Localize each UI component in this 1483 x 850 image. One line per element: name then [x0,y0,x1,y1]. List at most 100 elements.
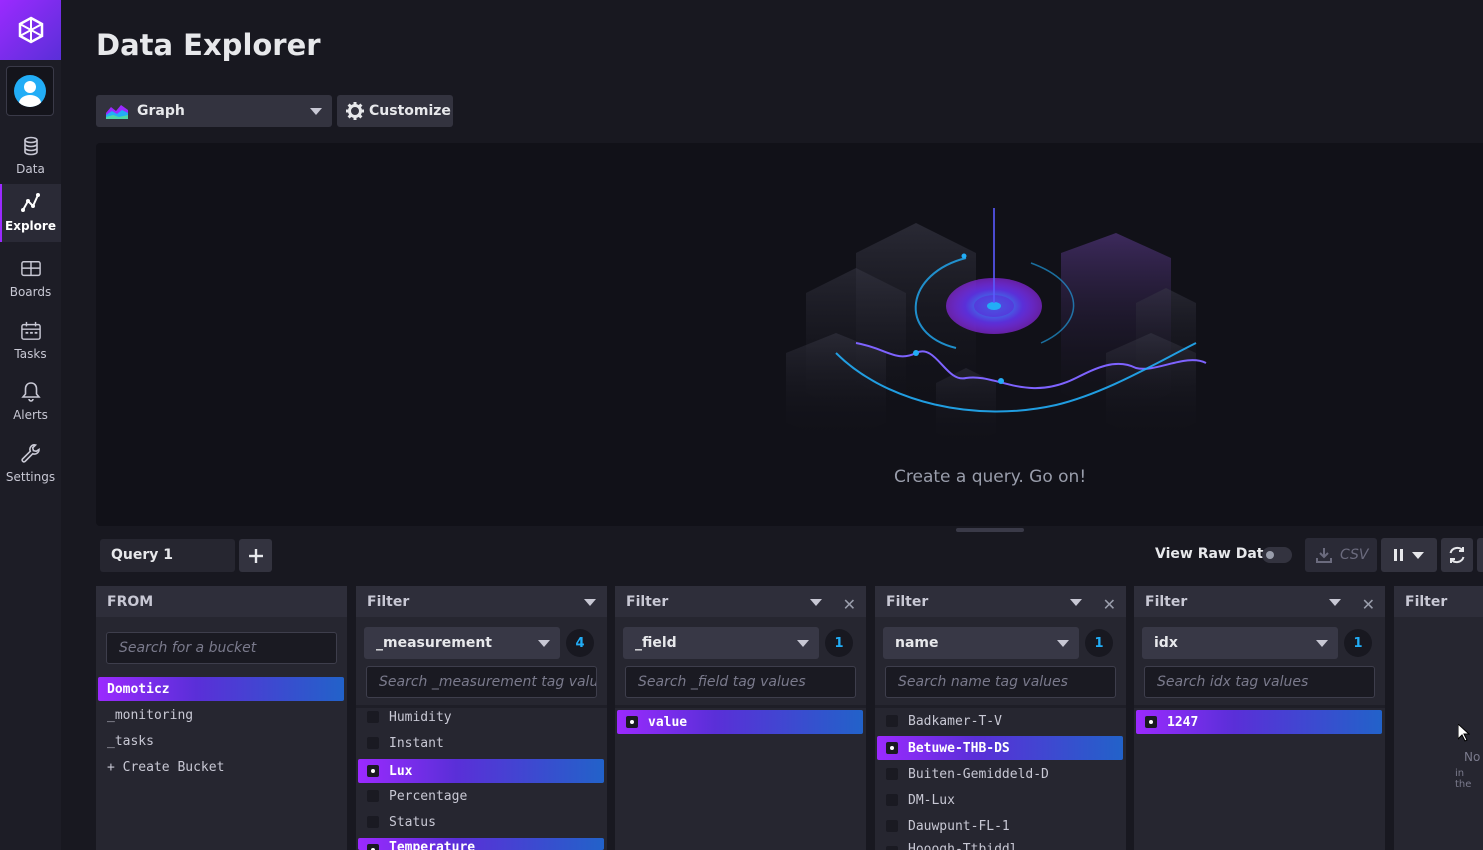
create-bucket-label: + Create Bucket [107,759,225,775]
tag-values-search-input[interactable]: Search name tag values [885,666,1116,698]
refresh-icon [1449,547,1465,563]
bucket-search-input[interactable]: Search for a bucket [106,632,337,664]
bucket-item[interactable]: _monitoring [98,703,344,727]
sidebar-item-label: Settings [5,470,56,484]
tag-value-item[interactable]: 1247 [1136,710,1382,734]
sidebar-item-label: Boards [9,285,52,299]
tag-value-item[interactable]: Buiten-Gemiddeld-D [877,762,1123,786]
divider [1134,705,1385,708]
tag-value-item[interactable]: Dauwpunt-FL-1 [877,814,1123,838]
tag-value-label: value [648,714,688,730]
tag-key-label: _measurement [376,635,492,651]
filter-card-header[interactable]: Filter ✕ [1134,586,1385,617]
mouse-cursor-icon [1458,724,1470,742]
tag-value-item[interactable]: Percentage [358,784,604,808]
chevron-down-icon [310,108,322,115]
view-raw-data-toggle[interactable] [1262,547,1292,563]
database-icon [23,136,38,156]
tag-values-search-input[interactable]: Search idx tag values [1144,666,1375,698]
filter-card-header[interactable]: Filter ✕ [875,586,1126,617]
submit-button-edge[interactable] [1477,538,1483,572]
checkbox [886,846,898,850]
tag-value-label: Lux [389,763,413,779]
resize-handle[interactable] [956,528,1024,532]
bucket-item[interactable]: _tasks [98,729,344,753]
divider [615,705,866,708]
tag-value-label: DM-Lux [908,792,955,808]
chevron-down-icon [584,599,596,606]
bucket-item-label: _monitoring [107,707,194,723]
close-icon[interactable]: ✕ [1362,595,1375,614]
view-raw-data-label: View Raw Data [1155,546,1273,562]
tag-value-item[interactable]: DM-Lux [877,788,1123,812]
tag-value-item[interactable]: Humidity [358,705,604,729]
create-bucket-link[interactable]: + Create Bucket [98,755,344,779]
tag-value-label: 1247 [1167,714,1199,730]
sidebar-item-alerts[interactable]: Alerts [0,373,61,431]
sidebar-item-boards[interactable]: Boards [0,250,61,308]
close-icon[interactable]: ✕ [843,595,856,614]
tag-values-search-input[interactable]: Search _field tag values [625,666,856,698]
influxdb-logo[interactable] [0,0,61,60]
bucket-item[interactable]: Domoticz [98,677,344,701]
filter-card-field: Filter ✕ _field 1 Search _field tag valu… [615,586,866,850]
customize-button[interactable]: Customize [337,95,453,127]
filter-card-header[interactable]: Filter [356,586,607,617]
page-title: Data Explorer [96,28,321,62]
sidebar-item-explore[interactable]: Explore [0,184,61,242]
csv-label: CSV [1340,547,1369,563]
tag-values-search-placeholder: Search _field tag values [638,674,806,690]
tag-key-label: _field [635,635,677,651]
tag-key-dropdown[interactable]: _field [623,627,819,659]
checkbox [886,715,898,727]
checkbox [626,716,638,728]
tag-key-dropdown[interactable]: idx [1142,627,1338,659]
tag-value-label: Temperature [389,840,476,850]
add-query-button[interactable] [239,539,272,572]
tag-value-item[interactable]: Badkamer-T-V [877,709,1123,733]
sidebar-item-label: Explore [5,219,56,233]
filter-card-header[interactable]: Filter [1394,586,1483,617]
empty-graph-message: Create a query. Go on! [894,467,1087,487]
filter-card-header[interactable]: Filter ✕ [615,586,866,617]
graph-type-icon [106,105,128,119]
sidebar-item-tasks[interactable]: Tasks [0,312,61,370]
user-avatar-button[interactable] [6,66,54,116]
sidebar-item-data[interactable]: Data [0,127,61,185]
csv-download-button[interactable]: CSV [1305,538,1377,572]
close-icon[interactable]: ✕ [1103,595,1116,614]
empty-state-text: No [1464,750,1481,764]
checkbox [367,711,379,723]
sidebar-item-settings[interactable]: Settings [0,435,61,493]
tag-value-label: Badkamer-T-V [908,713,1002,729]
tag-value-item[interactable]: Instant [358,731,604,755]
tag-value-item[interactable]: value [617,710,863,734]
checkbox [367,765,379,777]
empty-graph-illustration [786,208,1207,448]
graph-type-dropdown[interactable]: Graph [96,95,332,127]
tag-value-item[interactable]: Status [358,810,604,834]
tag-value-item[interactable]: Lux [358,759,604,783]
tag-key-dropdown[interactable]: name [883,627,1079,659]
tag-values-search-placeholder: Search name tag values [898,674,1068,690]
tag-value-item[interactable]: Betuwe-THB-DS [877,736,1123,760]
filter-card-idx: Filter ✕ idx 1 Search idx tag values 124… [1134,586,1385,850]
tag-value-item[interactable]: Hooogh-Ttbiddl [877,840,1123,850]
checkbox [1145,716,1157,728]
logo-icon [18,16,43,44]
autorefresh-dropdown[interactable] [1381,538,1437,572]
chevron-down-icon [1057,640,1069,647]
bucket-item-label: Domoticz [107,681,170,697]
refresh-button[interactable] [1441,538,1473,572]
tab-query-1[interactable]: Query 1 [100,539,235,572]
tag-value-label: Betuwe-THB-DS [908,740,1010,756]
filter-header-label: Filter [1145,594,1188,610]
from-header-label: FROM [107,594,154,610]
tag-value-label: Percentage [389,788,468,804]
tag-value-item[interactable]: Temperature [358,838,604,850]
chevron-down-icon [810,599,822,606]
tag-key-dropdown[interactable]: _measurement [364,627,560,659]
checkbox [886,742,898,754]
tag-value-label: Status [389,814,436,830]
tag-values-search-input[interactable]: Search _measurement tag values [366,666,597,698]
